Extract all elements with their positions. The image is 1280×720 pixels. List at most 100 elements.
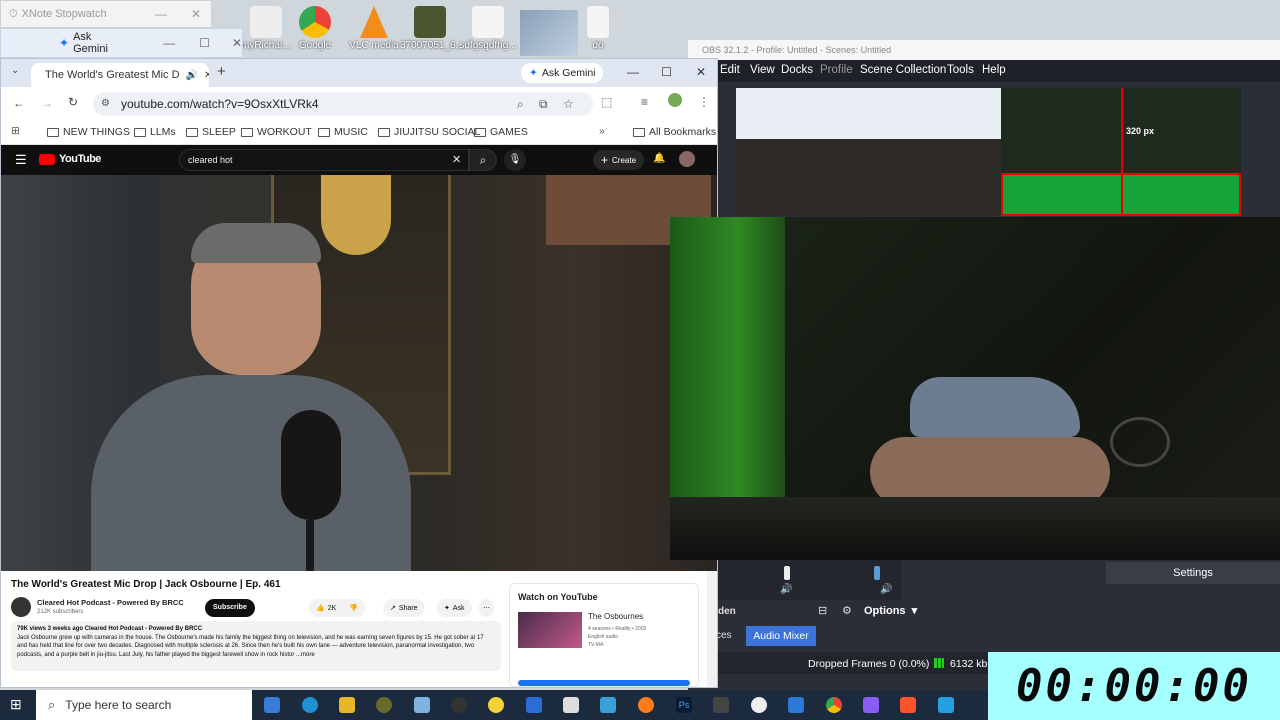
scrollbar[interactable] <box>707 571 717 687</box>
zoom-icon[interactable]: ⌕ <box>517 92 524 116</box>
desktop-icon-vlc[interactable]: VLC media <box>344 6 404 56</box>
channel-avatar[interactable] <box>11 597 31 617</box>
tab-youtube[interactable]: The World's Greatest Mic D 🔊 ✕ <box>31 63 209 87</box>
close-tab-icon[interactable]: ✕ <box>204 70 209 81</box>
clear-search-icon[interactable]: ✕ <box>452 150 461 170</box>
more-actions-button[interactable]: ⋯ <box>479 599 494 617</box>
volume-fader[interactable] <box>784 566 790 580</box>
ask-gemini-button[interactable]: ✦ Ask Gemini <box>521 63 603 83</box>
chevron-right-icon[interactable]: » <box>599 125 605 137</box>
obs-icon[interactable] <box>451 697 467 713</box>
close-icon[interactable]: ✕ <box>232 36 242 50</box>
minimize-icon[interactable]: — <box>163 36 175 50</box>
app-icon[interactable] <box>863 697 879 713</box>
bookmark-folder[interactable]: SLEEP <box>186 126 236 138</box>
brave-icon[interactable] <box>900 697 916 713</box>
profile-avatar[interactable] <box>668 93 682 107</box>
site-info-icon[interactable]: ⚙ <box>101 92 110 116</box>
description-box[interactable]: 79K views 3 weeks ago Cleared Hot Podcas… <box>11 621 501 671</box>
video-player[interactable] <box>1 175 717 571</box>
app-icon[interactable] <box>563 697 579 713</box>
bookmark-folder[interactable]: WORKOUT <box>241 126 312 138</box>
menu-tools[interactable]: Tools <box>947 64 974 76</box>
desktop-icon-image[interactable]: 37007051_6... <box>400 6 464 56</box>
document-icon[interactable] <box>526 697 542 713</box>
sources-tab[interactable]: ces <box>716 630 732 641</box>
forward-icon[interactable]: → <box>41 96 53 110</box>
app-icon[interactable] <box>938 697 954 713</box>
volume-fader[interactable] <box>874 566 880 580</box>
options-button[interactable]: Options ▾ <box>864 604 917 618</box>
all-bookmarks[interactable]: All Bookmarks <box>633 126 716 138</box>
apps-grid-icon[interactable]: ⊞ <box>11 125 20 137</box>
notifications-bell-icon[interactable]: 🔔 <box>653 153 665 164</box>
menu-view[interactable]: View <box>750 64 775 76</box>
settings-button[interactable]: Settings <box>1106 562 1280 584</box>
filter-icon[interactable]: ⊟ <box>818 604 827 617</box>
back-icon[interactable]: ← <box>13 96 25 110</box>
gemini-window[interactable]: ✦ Ask Gemini — ☐ ✕ <box>0 28 243 58</box>
obs-preview[interactable]: 320 px <box>736 88 1241 216</box>
speaker-icon[interactable]: 🔊 <box>780 584 792 595</box>
speaker-icon[interactable]: 🔊 <box>186 70 198 81</box>
ask-button[interactable]: ✦ Ask <box>437 599 472 617</box>
ask-gemini-label[interactable]: Ask Gemini <box>73 31 125 55</box>
close-icon[interactable]: ✕ <box>696 65 706 79</box>
share-button[interactable]: ↗ Share <box>383 599 425 617</box>
firefox-icon[interactable] <box>638 697 654 713</box>
taskbar-search-box[interactable]: ⌕ Type here to search <box>36 690 252 720</box>
maximize-icon[interactable]: ☐ <box>661 65 672 79</box>
create-button[interactable]: + Create <box>593 150 645 170</box>
maximize-icon[interactable]: ☐ <box>199 36 210 50</box>
like-button[interactable]: 👍 2K 👎 <box>309 599 365 617</box>
app-icon[interactable] <box>788 697 804 713</box>
audio-mixer-tab[interactable]: Audio Mixer <box>746 626 816 646</box>
rec-thumbnail[interactable] <box>518 612 582 648</box>
app-icon[interactable] <box>414 697 430 713</box>
speaker-icon[interactable]: 🔊 <box>880 584 892 595</box>
windows-start-icon[interactable]: ⊞ <box>10 696 22 713</box>
lightbulb-icon[interactable] <box>488 697 504 713</box>
menu-edit[interactable]: Edit <box>720 64 740 76</box>
media-icon[interactable]: ≡ <box>641 95 648 109</box>
desktop-icon-file-2[interactable]: sdfgsgdfhg... <box>458 6 518 56</box>
gear-icon[interactable]: ⚙ <box>842 604 852 617</box>
subscribe-button[interactable]: Subscribe <box>205 599 255 617</box>
hamburger-menu-icon[interactable]: ☰ <box>15 152 27 168</box>
bookmark-folder[interactable]: GAMES <box>474 126 528 138</box>
rec-title[interactable]: The Osbournes <box>588 612 643 621</box>
search-input[interactable]: cleared hot ✕ <box>179 149 469 171</box>
photoshop-icon[interactable]: Ps <box>676 697 692 713</box>
davinci-icon[interactable] <box>713 697 729 713</box>
xnote-window[interactable]: ⏱ XNote Stopwatch — ✕ <box>0 0 212 28</box>
bookmark-folder[interactable]: NEW THINGS <box>47 126 130 138</box>
bookmark-folder[interactable]: LLMs <box>134 126 176 138</box>
minimize-icon[interactable]: — <box>155 7 167 21</box>
menu-profile[interactable]: Profile <box>820 64 853 76</box>
app-icon[interactable] <box>751 697 767 713</box>
thumbs-down-icon[interactable]: 👎 <box>349 604 358 612</box>
address-bar[interactable]: ⚙ youtube.com/watch?v=9OsxXtLVRk4 ⌕ ⧉ ☆ <box>93 92 593 116</box>
task-view-icon[interactable] <box>264 697 280 713</box>
tab-search-icon[interactable]: ⌄ <box>11 65 19 76</box>
menu-kebab-icon[interactable]: ⋮ <box>698 95 710 109</box>
menu-scene-collection[interactable]: Scene Collection <box>860 64 946 76</box>
extensions-icon[interactable]: ⬚ <box>601 95 612 109</box>
menu-docks[interactable]: Docks <box>781 64 813 76</box>
reload-icon[interactable]: ↻ <box>68 95 78 109</box>
close-icon[interactable]: ✕ <box>191 7 201 21</box>
desktop-icon-google[interactable]: Google <box>285 6 345 56</box>
app-icon[interactable] <box>600 697 616 713</box>
desktop-icon-file-3[interactable]: do <box>578 6 618 56</box>
bookmark-folder[interactable]: MUSIC <box>318 126 368 138</box>
avatar[interactable] <box>679 151 695 167</box>
chrome-window[interactable]: ⌄ The World's Greatest Mic D 🔊 ✕ + ✦Ask … <box>0 58 718 688</box>
menu-help[interactable]: Help <box>982 64 1006 76</box>
minimize-icon[interactable]: — <box>627 65 639 79</box>
youtube-logo[interactable]: YouTube <box>39 153 101 165</box>
file-explorer-icon[interactable] <box>339 697 355 713</box>
chrome-icon[interactable] <box>826 697 842 713</box>
voice-search-icon[interactable]: 🎙 <box>504 149 526 171</box>
cast-icon[interactable]: ⧉ <box>539 92 548 116</box>
watch-button[interactable] <box>518 680 690 686</box>
